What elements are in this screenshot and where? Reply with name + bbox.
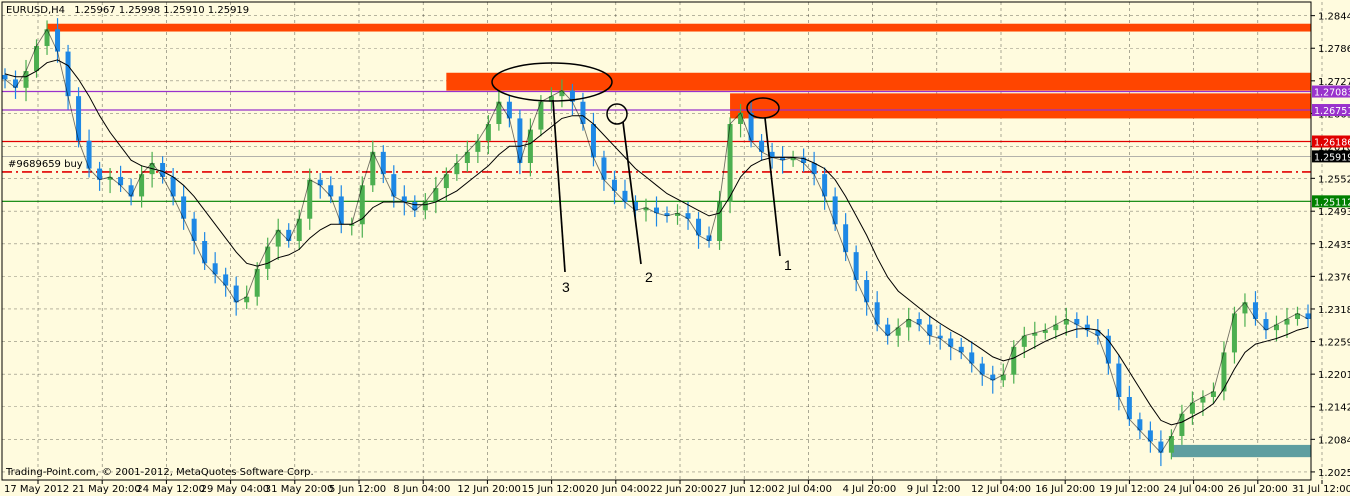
x-tick-label: 15 Jun 12:00 — [522, 484, 586, 495]
y-tick-label: 1.21425 — [1318, 403, 1350, 414]
x-tick-label: 19 Jul 12:00 — [1099, 484, 1159, 495]
price-chart[interactable]: 3 2 1 1.284451.278601.272751.266901.2610… — [0, 0, 1350, 496]
x-tick-label: 26 Jul 20:00 — [1228, 484, 1288, 495]
annotation-pointer-1 — [764, 117, 781, 257]
annotation-label-1: 1 — [784, 257, 792, 273]
zone-teal — [1171, 444, 1311, 458]
price-tag-label: 1.26186 — [1314, 138, 1350, 149]
x-tick-label: 12 Jul 04:00 — [971, 484, 1031, 495]
ohlc-values: 1.25967 1.25998 1.25910 1.25919 — [74, 5, 249, 16]
x-tick-label: 24 Jul 04:00 — [1164, 484, 1224, 495]
x-tick-label: 27 Jun 12:00 — [714, 484, 778, 495]
y-tick-label: 1.27860 — [1318, 44, 1350, 55]
chart-header: EURUSD,H4 1.25967 1.25998 1.25910 1.2591… — [6, 5, 249, 16]
y-tick-label: 1.24935 — [1318, 207, 1350, 218]
zone-red — [446, 72, 1311, 91]
x-tick-label: 22 Jun 20:00 — [650, 484, 714, 495]
fast-moving-average-line — [4, 28, 1309, 454]
price-tags: 1.27083 1.26751 1.26186 1.25919 1.25112 — [1312, 85, 1350, 208]
x-tick-label: 31 Jul 12:00 — [1292, 484, 1350, 495]
x-tick-label: 2 Jul 04:00 — [778, 484, 832, 495]
zone-red — [730, 93, 1311, 119]
x-axis: 17 May 2012 21 May 20:0024 May 12:0029 Ma… — [4, 480, 1350, 495]
x-tick-label: 5 Jun 12:00 — [329, 484, 386, 495]
y-tick-label: 1.20255 — [1318, 468, 1350, 479]
price-tag-label: 1.26751 — [1314, 106, 1350, 117]
y-tick-label: 1.24350 — [1318, 240, 1350, 251]
y-tick-label: 1.25525 — [1318, 174, 1350, 185]
copyright-text: Trading-Point.com, © 2001-2012, MetaQuot… — [5, 467, 314, 478]
x-tick-label: 21 May 20:00 — [72, 484, 141, 495]
y-tick-label: 1.28445 — [1318, 12, 1350, 23]
annotation-label-2: 2 — [645, 269, 653, 285]
zones — [47, 23, 1312, 458]
x-tick-label: 16 Jul 20:00 — [1035, 484, 1095, 495]
annotation-pointer-3 — [552, 99, 566, 273]
x-tick-label: 24 May 12:00 — [136, 484, 205, 495]
y-tick-label: 1.20840 — [1318, 435, 1350, 446]
candle-body — [2, 74, 8, 80]
x-tick-label: 4 Jul 20:00 — [843, 484, 897, 495]
y-axis: 1.284451.278601.272751.266901.261001.255… — [1311, 12, 1350, 479]
annotation-label-3: 3 — [562, 279, 570, 295]
x-tick-label: 17 May 2012 — [4, 484, 69, 495]
y-tick-label: 1.22595 — [1318, 338, 1350, 349]
price-tag-label: 1.27083 — [1314, 88, 1350, 99]
x-tick-label: 12 Jun 20:00 — [457, 484, 521, 495]
order-label: #9689659 buy — [8, 159, 83, 170]
moving-averages — [4, 28, 1309, 454]
y-tick-label: 1.22010 — [1318, 370, 1350, 381]
x-tick-label: 8 Jun 04:00 — [393, 484, 450, 495]
x-tick-label: 31 May 20:00 — [265, 484, 334, 495]
x-tick-label: 20 Jun 04:00 — [586, 484, 650, 495]
price-tag-label: 1.25112 — [1314, 197, 1350, 208]
symbol-label: EURUSD,H4 — [6, 5, 65, 16]
zone-red — [47, 23, 1312, 32]
x-tick-label: 29 May 04:00 — [201, 484, 270, 495]
price-tag-label: 1.25919 — [1314, 152, 1350, 163]
annotation-ellipse-2 — [606, 103, 628, 125]
y-tick-label: 1.23765 — [1318, 272, 1350, 283]
y-tick-label: 1.23180 — [1318, 305, 1350, 316]
x-tick-label: 9 Jul 12:00 — [907, 484, 961, 495]
